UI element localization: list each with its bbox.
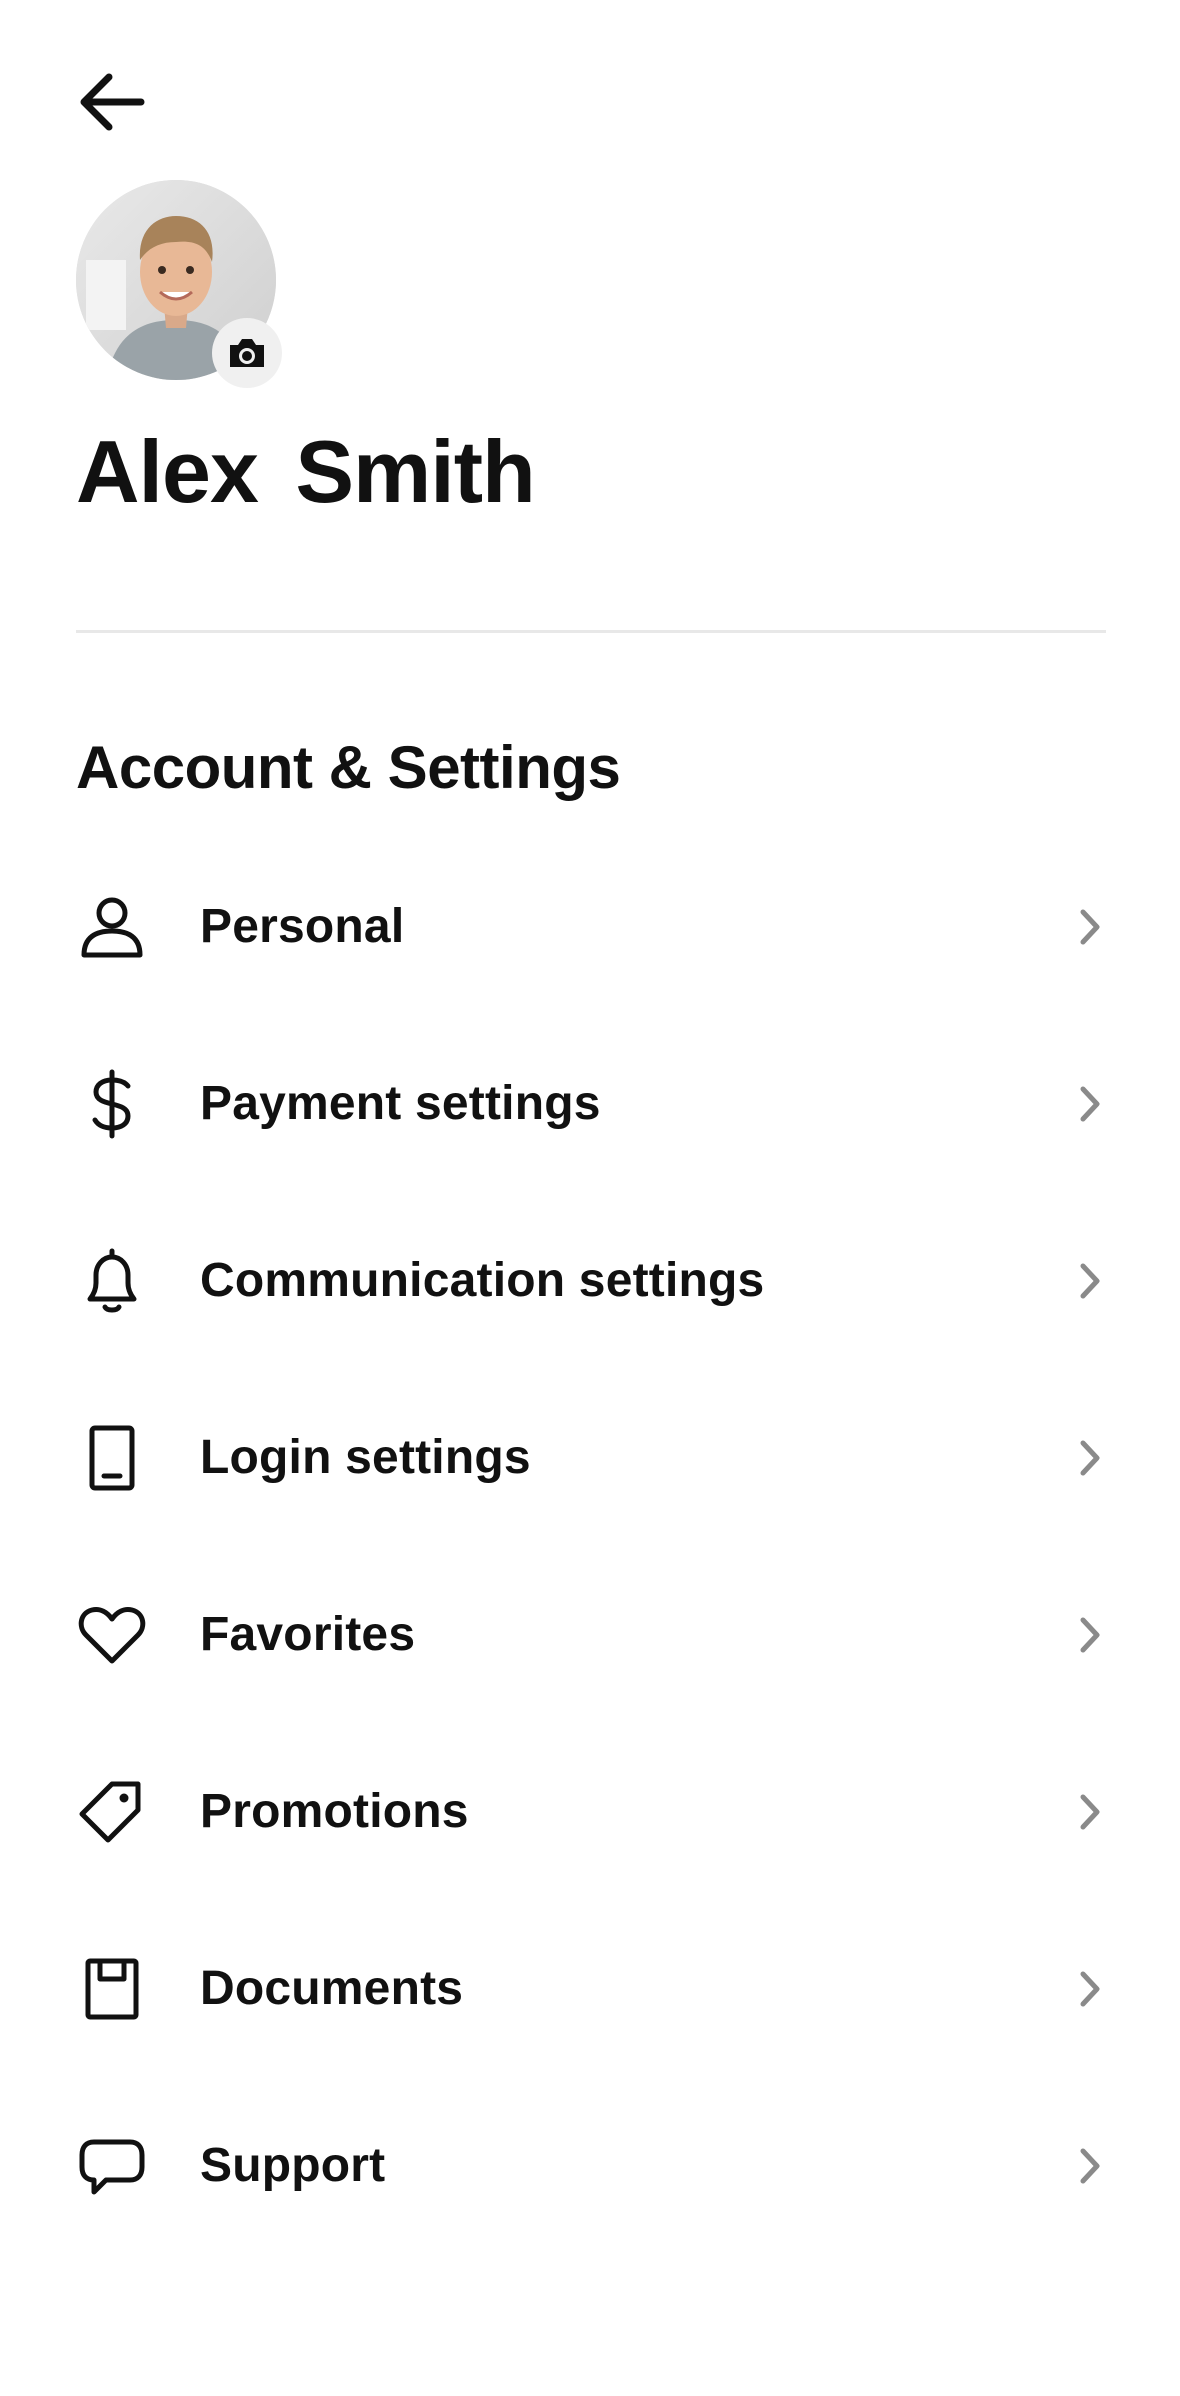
bell-icon [76, 1245, 148, 1317]
menu-item-communication-settings[interactable]: Communication settings [0, 1192, 1180, 1369]
chevron-right-icon [1070, 907, 1110, 947]
back-button[interactable] [66, 56, 158, 148]
menu-item-login-settings[interactable]: Login settings [0, 1369, 1180, 1546]
settings-menu: Personal Payment settings Communication … [0, 838, 1180, 2254]
menu-item-favorites[interactable]: Favorites [0, 1546, 1180, 1723]
chevron-right-icon [1070, 1261, 1110, 1301]
menu-item-label: Personal [200, 900, 405, 953]
menu-item-label: Promotions [200, 1785, 469, 1838]
menu-item-label: Support [200, 2139, 386, 2192]
menu-item-payment-settings[interactable]: Payment settings [0, 1015, 1180, 1192]
menu-item-support[interactable]: Support [0, 2077, 1180, 2254]
chevron-right-icon [1070, 2146, 1110, 2186]
avatar-container [76, 180, 282, 388]
profile-name: Alex Smith [76, 422, 536, 521]
tag-icon [76, 1776, 148, 1848]
change-photo-button[interactable] [212, 318, 282, 388]
chevron-right-icon [1070, 1615, 1110, 1655]
section-title: Account & Settings [76, 734, 621, 801]
chevron-right-icon [1070, 1969, 1110, 2009]
menu-item-documents[interactable]: Documents [0, 1900, 1180, 2077]
menu-item-promotions[interactable]: Promotions [0, 1723, 1180, 1900]
menu-item-label: Payment settings [200, 1077, 601, 1130]
camera-icon [230, 339, 264, 367]
menu-item-label: Favorites [200, 1608, 416, 1661]
menu-item-personal[interactable]: Personal [0, 838, 1180, 1015]
arrow-left-icon [80, 73, 145, 131]
chevron-right-icon [1070, 1084, 1110, 1124]
chevron-right-icon [1070, 1438, 1110, 1478]
heart-icon [76, 1599, 148, 1671]
menu-item-label: Documents [200, 1962, 464, 2015]
person-icon [76, 891, 148, 963]
divider [76, 630, 1106, 633]
document-icon [76, 1953, 148, 2025]
dollar-icon [76, 1068, 148, 1140]
phone-icon [76, 1422, 148, 1494]
chat-bubble-icon [76, 2130, 148, 2202]
chevron-right-icon [1070, 1792, 1110, 1832]
menu-item-label: Login settings [200, 1431, 531, 1484]
menu-item-label: Communication settings [200, 1254, 765, 1307]
